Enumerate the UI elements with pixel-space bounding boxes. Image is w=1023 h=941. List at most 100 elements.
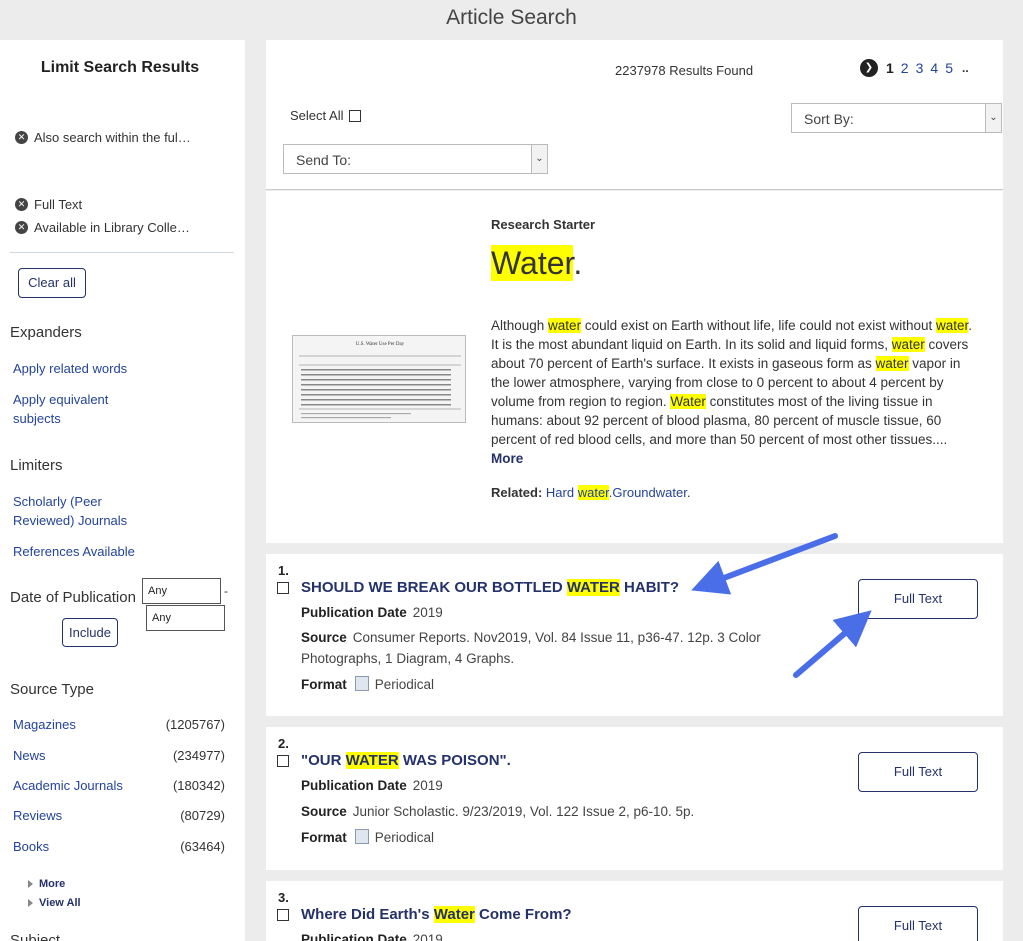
facet-count: (63464)	[180, 839, 225, 854]
include-date-button[interactable]: Include	[62, 618, 118, 647]
clear-all-button[interactable]: Clear all	[18, 268, 86, 298]
field-value: 2019	[412, 932, 443, 941]
body-text: Although	[491, 318, 549, 333]
research-starter: Research Starter Water. U.S. Water Use P…	[266, 191, 1003, 543]
highlighted-term: water	[548, 318, 582, 333]
facet-label[interactable]: Reviews	[13, 808, 62, 823]
sort-by-dropdown[interactable]: Sort By: ⌄	[791, 103, 1002, 133]
title-text: WAS POISON".	[398, 752, 511, 769]
research-starter-body: Although water could exist on Earth with…	[491, 316, 981, 468]
pagination: ❯ 1 2 3 4 5 ..	[860, 59, 969, 77]
result-checkbox[interactable]	[277, 755, 289, 767]
applied-filter-label: Full Text	[34, 197, 83, 212]
expander-apply-related-words[interactable]: Apply related words	[13, 359, 127, 378]
field-value: 2019	[412, 778, 443, 793]
related-link-text: Hard	[545, 485, 578, 500]
research-starter-label: Research Starter	[491, 217, 596, 232]
applied-filter-full-text[interactable]: ✕ Full Text	[15, 197, 82, 212]
result-title-link[interactable]: SHOULD WE BREAK OUR BOTTLED WATER HABIT?	[301, 579, 679, 596]
facet-reviews[interactable]: Reviews (80729)	[13, 808, 225, 823]
page-link-5[interactable]: 5	[945, 60, 953, 76]
date-range-separator: -	[224, 584, 228, 598]
result-format: Format Periodical	[301, 674, 761, 695]
related-link-hard-water[interactable]: Hard water	[546, 485, 609, 500]
divider	[10, 252, 234, 253]
research-starter-thumbnail[interactable]: U.S. Water Use Per Day	[292, 335, 466, 423]
expand-triangle-icon	[28, 899, 33, 907]
page-link-3[interactable]: 3	[916, 60, 924, 76]
facet-magazines[interactable]: Magazines (1205767)	[13, 717, 225, 732]
full-text-button[interactable]: Full Text	[858, 579, 978, 619]
related-link-groundwater[interactable]: .Groundwater	[609, 485, 687, 500]
remove-filter-icon[interactable]: ✕	[15, 131, 28, 144]
result-title-link[interactable]: Where Did Earth's Water Come From?	[301, 906, 572, 923]
expanders-heading: Expanders	[10, 324, 82, 341]
facet-label[interactable]: Books	[13, 839, 49, 854]
result-publication-date: Publication Date 2019	[301, 775, 761, 796]
select-all-checkbox[interactable]	[349, 109, 362, 122]
applied-filter-library-collection[interactable]: ✕ Available in Library Colle…	[15, 220, 190, 235]
highlighted-term: water	[577, 485, 609, 500]
page-link-1[interactable]: 1	[886, 60, 894, 76]
remove-filter-icon[interactable]: ✕	[15, 221, 28, 234]
limiter-references-available[interactable]: References Available	[13, 542, 135, 561]
sidebar-title: Limit Search Results	[40, 59, 200, 76]
applied-filter-label: Available in Library Colle…	[34, 220, 190, 235]
facet-books[interactable]: Books (63464)	[13, 839, 225, 854]
select-all[interactable]: Select All	[290, 108, 362, 123]
result-publication-date: Publication Date 2019	[301, 602, 761, 623]
result-title-link[interactable]: "OUR WATER WAS POISON".	[301, 752, 511, 769]
page-link-4[interactable]: 4	[930, 60, 938, 76]
next-page-icon[interactable]: ❯	[860, 59, 878, 77]
highlighted-term: water	[891, 337, 925, 352]
result-item: 3. Where Did Earth's Water Come From? Pu…	[266, 881, 1003, 941]
research-starter-text: Although water could exist on Earth with…	[491, 318, 972, 447]
facet-label[interactable]: Academic Journals	[13, 778, 123, 793]
result-number: 2.	[278, 736, 289, 751]
date-from-input[interactable]: Any	[142, 578, 221, 604]
facet-count: (80729)	[180, 808, 225, 823]
expand-triangle-icon	[28, 880, 33, 888]
facet-label[interactable]: Magazines	[13, 717, 76, 732]
facet-count: (1205767)	[165, 717, 225, 732]
sidebar: Limit Search Results ✕ Also search withi…	[0, 40, 245, 941]
facet-label[interactable]: News	[13, 748, 46, 763]
more-label: More	[39, 878, 66, 890]
field-label: Source	[301, 804, 347, 819]
expander-apply-equivalent-subjects[interactable]: Apply equivalent subjects	[13, 390, 133, 428]
highlighted-term: Water	[491, 245, 574, 281]
source-type-more-link[interactable]: More	[28, 878, 65, 890]
related-end: .	[686, 485, 691, 500]
limiters-heading: Limiters	[10, 457, 63, 474]
limiter-scholarly-journals[interactable]: Scholarly (Peer Reviewed) Journals	[13, 492, 143, 530]
page-link-2[interactable]: 2	[901, 60, 909, 76]
sort-by-value: Sort By:	[804, 111, 854, 127]
table-thumbnail-image: U.S. Water Use Per Day	[299, 342, 461, 419]
research-starter-more-link[interactable]: More	[491, 451, 523, 466]
result-source: Source Consumer Reports. Nov2019, Vol. 84…	[301, 627, 761, 669]
thumbnail-caption: U.S. Water Use Per Day	[356, 342, 405, 347]
full-text-button[interactable]: Full Text	[858, 906, 978, 941]
title-text: Come From?	[474, 906, 572, 923]
field-value: Consumer Reports. Nov2019, Vol. 84 Issue…	[301, 630, 761, 666]
results-count: 2237978 Results Found	[615, 63, 754, 78]
facet-count: (180342)	[172, 778, 225, 793]
research-starter-related: Related: Hard water.Groundwater.	[491, 485, 690, 500]
remove-filter-icon[interactable]: ✕	[15, 198, 28, 211]
field-label: Publication Date	[301, 932, 407, 941]
facet-academic-journals[interactable]: Academic Journals (180342)	[13, 778, 225, 793]
result-number: 1.	[278, 563, 289, 578]
send-to-dropdown[interactable]: Send To: ⌄	[283, 144, 548, 174]
result-publication-date: Publication Date 2019	[301, 929, 761, 941]
applied-filter-fulltext-search[interactable]: ✕ Also search within the ful…	[15, 130, 191, 145]
source-type-view-all-link[interactable]: View All	[28, 897, 81, 909]
result-checkbox[interactable]	[277, 909, 289, 921]
facet-news[interactable]: News (234977)	[13, 748, 225, 763]
highlighted-term: Water	[670, 394, 706, 409]
research-starter-title[interactable]: Water.	[491, 245, 582, 282]
date-to-input[interactable]: Any	[146, 605, 225, 631]
field-label: Source	[301, 630, 347, 645]
full-text-button[interactable]: Full Text	[858, 752, 978, 792]
result-checkbox[interactable]	[277, 582, 289, 594]
top-bar: Article Search	[0, 0, 1023, 40]
